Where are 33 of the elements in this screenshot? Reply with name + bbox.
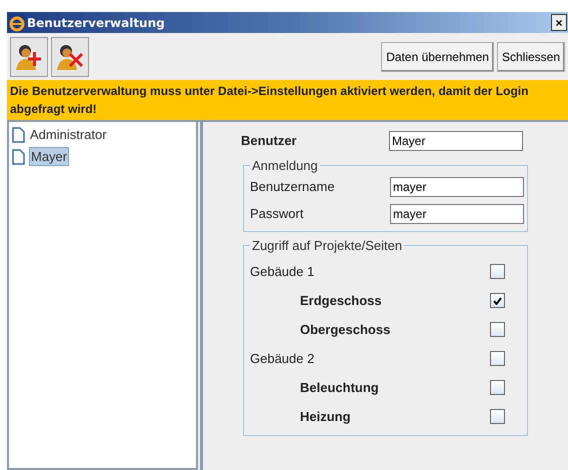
user-field[interactable]: Mayer — [389, 130, 523, 150]
checkbox[interactable] — [490, 293, 505, 308]
document-icon — [12, 148, 25, 164]
check-icon — [493, 296, 502, 304]
field-label: Benutzer — [241, 133, 298, 148]
toolbar-button[interactable]: Daten übernehmen — [381, 42, 494, 72]
window-title: Benutzerverwaltung — [27, 16, 165, 30]
app-logo-icon — [9, 14, 25, 32]
access-label: Gebäude 2 — [250, 351, 316, 366]
field-label: Benutzername — [250, 179, 336, 194]
password-field[interactable]: mayer — [390, 204, 524, 224]
add-user-button[interactable] — [10, 36, 48, 76]
group-title: Anmeldung — [251, 158, 319, 173]
field-label: Passwort — [250, 206, 304, 221]
toolbar-button[interactable]: Schliessen — [496, 42, 565, 72]
document-icon — [12, 126, 25, 142]
user-list-item[interactable]: Mayer — [29, 147, 70, 166]
group-title: Zugriff auf Projekte/Seiten — [251, 238, 404, 253]
close-button[interactable]: × — [551, 14, 567, 31]
username-field[interactable]: mayer — [390, 176, 524, 196]
delete-user-button[interactable] — [51, 36, 89, 76]
access-label: Erdgeschoss — [299, 293, 383, 308]
checkbox[interactable] — [490, 322, 505, 337]
checkbox[interactable] — [490, 351, 505, 366]
checkbox[interactable] — [490, 409, 505, 424]
access-label: Gebäude 1 — [250, 264, 316, 279]
access-label: Heizung — [299, 409, 352, 424]
access-label: Obergeschoss — [299, 322, 392, 337]
user-list-item[interactable]: Administrator — [29, 126, 108, 143]
access-label: Beleuchtung — [299, 380, 380, 395]
warning-banner: Die Benutzerverwaltung muss unter Datei->Einstellungen aktiviert werden, damit der Login abgefragt wird! — [7, 80, 568, 120]
checkbox[interactable] — [490, 380, 505, 395]
checkbox[interactable] — [490, 264, 505, 279]
